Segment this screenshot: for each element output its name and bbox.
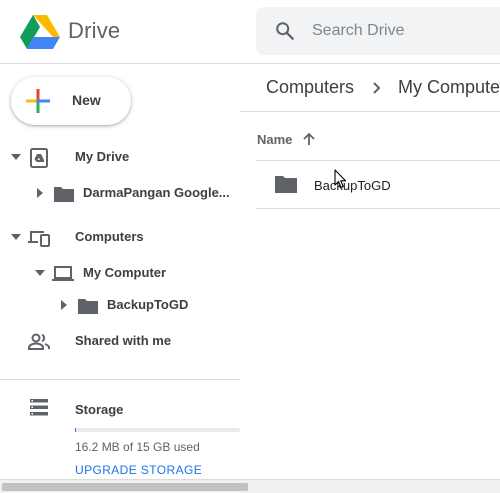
sidebar-item-my-computer[interactable]: My Computer — [0, 257, 240, 289]
people-icon — [28, 333, 50, 350]
storage-usage-bar — [75, 428, 240, 432]
sidebar-divider — [0, 379, 240, 380]
caret-down-icon[interactable] — [10, 231, 22, 243]
caret-down-icon[interactable] — [10, 151, 22, 163]
sidebar-item-computers[interactable]: Computers — [0, 221, 240, 253]
folder-icon — [78, 299, 98, 314]
storage-usage-text: 16.2 MB of 15 GB used — [75, 440, 200, 454]
app-title: Drive — [68, 18, 121, 43]
folder-icon — [275, 176, 297, 193]
folder-icon — [54, 187, 74, 202]
my-drive-icon — [30, 148, 48, 168]
sidebar-item-label: My Computer — [83, 265, 167, 280]
caret-right-icon[interactable] — [58, 299, 70, 311]
mouse-cursor-icon — [334, 169, 347, 189]
sidebar-item-label: BackupToGD — [107, 297, 189, 312]
computers-icon — [28, 231, 50, 247]
scrollbar-thumb[interactable] — [2, 483, 248, 491]
new-button[interactable]: New — [11, 77, 131, 125]
laptop-icon — [52, 266, 74, 281]
breadcrumb-computers[interactable]: Computers — [266, 77, 354, 98]
sidebar-item-label: DarmaPangan Google... — [83, 185, 230, 200]
sidebar-item-my-drive[interactable]: My Drive — [0, 141, 240, 173]
new-button-label: New — [72, 92, 101, 108]
top-bar: Drive — [0, 0, 500, 64]
caret-down-icon[interactable] — [34, 267, 46, 279]
sidebar-item-label: Shared with me — [75, 333, 172, 348]
google-drive-logo[interactable] — [20, 13, 60, 49]
horizontal-scrollbar[interactable] — [0, 479, 500, 493]
sidebar-item-storage[interactable]: Storage — [0, 394, 240, 422]
sidebar-item-label: Computers — [75, 229, 144, 244]
file-row[interactable]: BackupToGD — [256, 161, 500, 209]
sidebar: New My Drive DarmaPangan Google... Compu… — [0, 64, 240, 493]
storage-usage-fill — [75, 428, 76, 432]
chevron-right-icon — [373, 82, 381, 94]
breadcrumb-my-computer[interactable]: My Computer — [398, 77, 500, 98]
storage-icon — [30, 399, 48, 416]
search-input[interactable] — [312, 21, 500, 41]
sidebar-item-darmapangan-folder[interactable]: DarmaPangan Google... — [0, 177, 240, 209]
arrow-up-icon[interactable] — [302, 131, 316, 147]
sidebar-item-label: My Drive — [75, 149, 130, 164]
caret-right-icon[interactable] — [34, 187, 46, 199]
file-name: BackupToGD — [314, 178, 391, 193]
main-content: Computers My Computer Name BackupToGD — [240, 64, 500, 493]
upgrade-storage-link[interactable]: UPGRADE STORAGE — [75, 463, 202, 477]
plus-icon — [26, 89, 50, 113]
sidebar-item-shared-with-me[interactable]: Shared with me — [0, 325, 240, 357]
column-header-label: Name — [257, 132, 293, 147]
search-icon[interactable] — [274, 20, 296, 42]
storage-label: Storage — [75, 402, 124, 417]
search-box[interactable] — [256, 7, 500, 55]
breadcrumb: Computers My Computer — [240, 64, 500, 112]
sidebar-item-backuptogd-folder[interactable]: BackupToGD — [0, 289, 240, 321]
